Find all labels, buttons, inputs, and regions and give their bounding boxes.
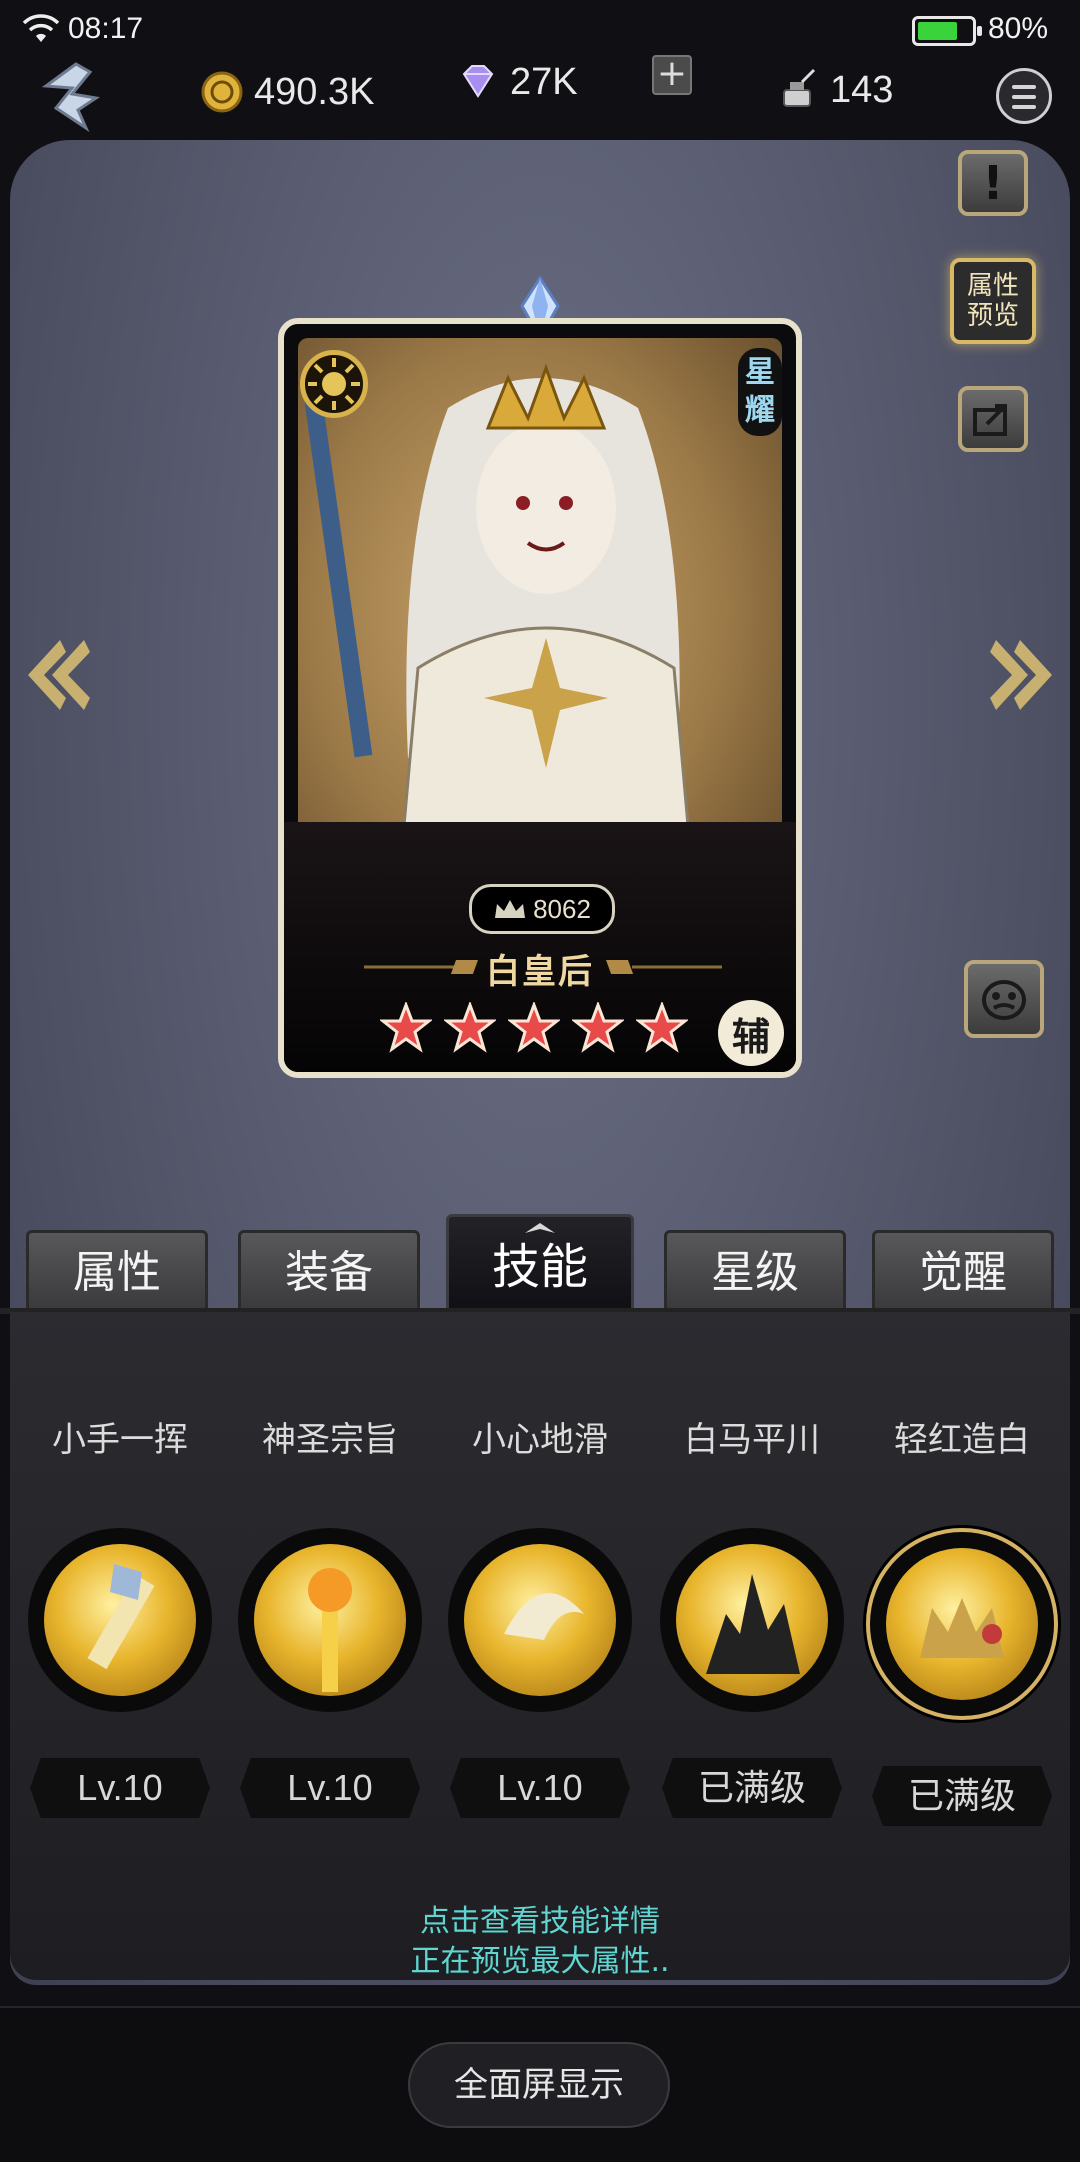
skill-icon[interactable] [448, 1528, 632, 1712]
share-button[interactable] [958, 386, 1028, 452]
skill-level: Lv.10 [30, 1758, 210, 1818]
skill-name: 轻红造白 [894, 1420, 1030, 1460]
masks-icon [982, 980, 1026, 1020]
attribute-preview-button[interactable]: 属性 预览 [950, 258, 1036, 344]
fullscreen-button[interactable]: 全面屏显示 [408, 2042, 670, 2128]
element-sun-icon [300, 350, 368, 418]
status-time: 08:17 [68, 12, 144, 45]
star-icon [444, 1002, 496, 1053]
preview-label-line2: 预览 [966, 301, 1019, 331]
ink-bottle-icon [783, 68, 816, 107]
skill-level: 已满级 [872, 1766, 1052, 1826]
skill-item[interactable]: 轻红造白 已满级 [862, 1410, 1062, 1826]
battery-icon [912, 16, 982, 46]
share-icon [973, 404, 1007, 436]
name-right-ornament [606, 960, 722, 974]
gold-resource: 490.3K [200, 64, 374, 120]
star-icon [508, 1002, 560, 1053]
previous-hero-arrow[interactable] [20, 630, 90, 720]
skill-item[interactable]: 小手一挥 Lv.10 [20, 1410, 220, 1818]
skill-icon[interactable] [866, 1528, 1058, 1720]
wifi-icon [22, 14, 60, 42]
rank-badge: 星 耀 [738, 348, 782, 436]
ink-resource: 143 [776, 62, 893, 118]
preview-label-line1: 属性 [966, 271, 1019, 301]
skill-level: Lv.10 [450, 1758, 630, 1818]
skill-name: 白马平川 [684, 1420, 820, 1460]
exclamation-icon: ! [982, 156, 1004, 210]
add-diamond-button[interactable]: + [652, 55, 692, 95]
tab-0[interactable]: 属性 [26, 1230, 208, 1310]
star-icon [572, 1002, 624, 1053]
star-icon [380, 1002, 432, 1053]
skill-name: 神圣宗旨 [262, 1420, 398, 1460]
rank-char-1: 星 [745, 355, 775, 390]
skill-name: 小手一挥 [52, 1420, 188, 1460]
bottom-bar: 全面屏显示 [0, 2006, 1080, 2162]
skill-hint-text: 点击查看技能详情 [420, 1904, 660, 1939]
skill-level: Lv.10 [240, 1758, 420, 1818]
hero-star-rating [380, 1002, 688, 1054]
skill-icon[interactable] [660, 1528, 844, 1712]
skill-item[interactable]: 白马平川 已满级 [652, 1410, 852, 1818]
crown-icon [495, 900, 526, 918]
rank-char-2: 耀 [745, 393, 775, 428]
diamond-resource: 27K [456, 54, 578, 110]
resource-bar: 490.3K 27K + 143 [0, 50, 1080, 140]
next-hero-arrow[interactable] [990, 630, 1060, 720]
skill-name: 小心地滑 [472, 1420, 608, 1460]
skill-item[interactable]: 小心地滑 Lv.10 [440, 1410, 640, 1818]
back-button[interactable] [26, 58, 106, 134]
alert-button[interactable]: ! [958, 150, 1028, 216]
hero-tabs: 属性 装备 技能 星级 觉醒 [0, 1214, 1080, 1312]
tab-1[interactable]: 装备 [238, 1230, 420, 1310]
diamond-amount: 27K [510, 60, 578, 103]
power-value: 8062 [533, 893, 591, 924]
power-display: 8062 [469, 884, 615, 934]
diamond-icon [462, 65, 494, 98]
hero-card[interactable]: 星 耀 8062 白皇后 辅 [278, 318, 802, 1078]
tab-2[interactable]: 技能 [446, 1214, 634, 1312]
ink-amount: 143 [830, 68, 894, 111]
gold-amount: 490.3K [254, 70, 375, 113]
tab-4[interactable]: 觉醒 [872, 1230, 1054, 1310]
star-icon [636, 1002, 688, 1053]
preview-status-text: 正在预览最大属性.. [410, 1944, 670, 1979]
menu-button[interactable] [996, 68, 1052, 124]
skill-level: 已满级 [662, 1758, 842, 1818]
skin-button[interactable] [964, 960, 1044, 1038]
skill-item[interactable]: 神圣宗旨 Lv.10 [230, 1410, 430, 1818]
skill-icon[interactable] [238, 1528, 422, 1712]
skill-icon[interactable] [28, 1528, 212, 1712]
gold-coin-icon [201, 71, 243, 113]
role-badge: 辅 [718, 1000, 784, 1066]
battery-percentage: 80% [988, 12, 1049, 45]
tab-3[interactable]: 星级 [664, 1230, 846, 1310]
